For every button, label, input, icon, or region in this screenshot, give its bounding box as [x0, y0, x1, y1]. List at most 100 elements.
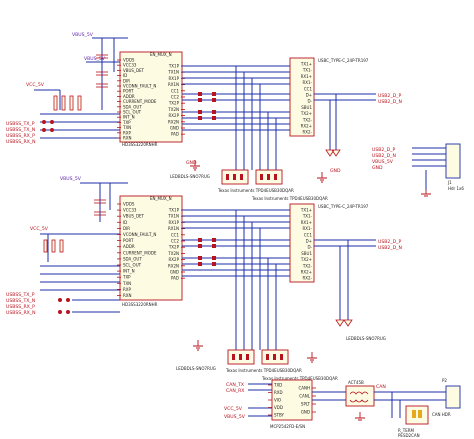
top-resistor-array	[53, 95, 82, 111]
bot-mux-right-pin-2: RX1P	[169, 220, 180, 225]
bot-net-rx-n: USBSS_RX_N	[6, 310, 36, 316]
bot-conn-pin-1: TX1-	[302, 214, 313, 219]
top-mux-right-pin-6: TX2P	[168, 101, 180, 106]
bot-mux-left-pin-14: RXP	[123, 287, 132, 292]
top-conn-pin-6: D-	[307, 99, 312, 104]
bot-mux-left-pin-6: PORT	[123, 238, 134, 243]
bot-mux-left-pin-9: SDA_OUT	[123, 256, 142, 261]
top-mux-right-pin-10: GND	[170, 126, 179, 131]
hdr-name: J1	[447, 180, 452, 185]
can-out-name: P2	[442, 378, 447, 383]
bottom-section: VBUS_5V VCC_5V USBSS_TX_P USBSS_TX_N USB…	[6, 176, 402, 381]
bot-mux-right-pin-0: TX1P	[168, 208, 180, 213]
can-choke-label: ACT45B	[348, 380, 364, 385]
bot-net-d-p: USB2_D_P	[378, 239, 401, 245]
bot-vbus-label: VBUS_5V	[60, 176, 82, 182]
can-transceiver-chip: TXD RXD VIO VDD STBY CANH CANL SPLT GND MCP2542…	[268, 379, 316, 429]
top-vbus-label: VBUS_5V	[72, 32, 94, 38]
hdr-net-gnd: GND	[372, 165, 383, 171]
bot-conn-pin-10: RX2+	[301, 270, 312, 275]
top-esd-1-part: Texas Instruments TPD4EUSB30DQAR	[217, 188, 294, 193]
can-chip-right-pin-2: SPLT	[301, 402, 311, 407]
bot-net-tx-n: USBSS_TX_N	[6, 298, 35, 304]
can-chip-left-pin-4: STBY	[274, 413, 285, 418]
bot-mux-left-pin-7: ADDR	[123, 244, 135, 249]
can-net-tx: CAN_TX	[226, 382, 244, 388]
bot-mux-right-pin-8: RX2P	[169, 257, 180, 262]
bot-conn-name: USBC_TYPE-C_24P-TR197	[318, 204, 369, 209]
hdr-net-dp: USB2_D_P	[372, 147, 395, 153]
top-net-d-n: USB2_D_N	[378, 99, 402, 105]
top-conn-pin-4: CC1	[304, 86, 313, 91]
bot-mux-left-pin-2: VBUS_DET	[123, 214, 145, 219]
top-mux-right-pin-0: TX1P	[168, 64, 180, 69]
bot-conn-pin-9: TX2-	[302, 263, 313, 268]
can-chip-right-pin-3: GND	[301, 410, 310, 415]
top-conn-pin-2: RX1+	[301, 74, 312, 79]
top-conn-pin-7: SBU1	[301, 105, 312, 110]
top-conn-pin-3: RX1-	[302, 80, 312, 85]
bot-signal-bus	[182, 209, 290, 350]
top-mux-chip: EN_MUX_N HD3SS3220RNHR VDDSVCC33VBUS_DET…	[117, 51, 185, 147]
bot-mux-right-pin-11: PAD	[171, 276, 179, 281]
bot-conn-pin-6: D-	[307, 245, 312, 250]
top-conn-pin-11: RX2-	[302, 130, 312, 135]
bot-net-vcc5v: VCC_5V	[30, 226, 49, 232]
can-output-header: P2 CAN HDR	[432, 378, 461, 417]
bot-mux-right-pin-7: TX2N	[167, 251, 179, 256]
top-mux-right-pin-9: RX2N	[168, 119, 179, 124]
top-conn-pin-9: TX2-	[302, 117, 313, 122]
bot-conn-pin-3: RX1-	[302, 226, 312, 231]
top-net-d-p: USB2_D_P	[378, 93, 401, 99]
top-mux-right-pin-11: PAD	[171, 132, 179, 137]
bot-ac-caps	[198, 238, 216, 266]
top-mux-left-pin-15: RXN	[123, 136, 132, 141]
top-conn-pin-5: D+	[306, 93, 312, 98]
top-ac-caps	[198, 92, 216, 120]
bot-mux-left-pin-15: RXN	[123, 293, 132, 298]
top-net-rx-p: USBSS_RX_P	[6, 133, 35, 139]
bot-net-d-n: USB2_D_N	[378, 245, 402, 251]
bot-mux-right-pin-4: CC1	[171, 232, 180, 237]
top-usbc-connector: USBC_TYPE-C_24P-TR197 TX1+TX1-RX1+RX1-CC…	[289, 57, 369, 137]
bot-usbc-connector: USBC_TYPE-C_24P-TR197 TX1+TX1-RX1+RX1-CC…	[289, 203, 369, 283]
can-common-mode-choke: ACT45B	[345, 380, 375, 407]
bot-net-tx-p: USBSS_TX_P	[6, 292, 35, 298]
bot-conn-pin-4: CC1	[304, 232, 313, 237]
top-vbus-label-2: VBUS_5V	[84, 56, 106, 62]
can-net-vcc: VCC_5V	[224, 406, 243, 412]
top-conn-pin-0: TX1+	[300, 62, 312, 67]
top-esd-array-2: Texas Instruments TPD4EUSB30DQAR	[251, 169, 328, 201]
can-section: CAN_TX CAN_RX VCC_5V VBUS_5V TXD RXD VIO VD…	[224, 378, 461, 438]
top-conn-pin-1: TX1-	[302, 68, 313, 73]
top-net-tx-n: USBSS_TX_N	[6, 127, 35, 133]
can-chip-part: MCP2542FD-E/SN	[270, 424, 305, 429]
bot-mux-right-pin-3: RX1N	[168, 226, 179, 231]
top-net-rx-n: USBSS_RX_N	[6, 139, 36, 145]
bot-mux-right-pin-1: TX1N	[167, 214, 179, 219]
hdr-sub: Hdr 1x6	[448, 186, 464, 191]
bot-esd-led: LEDBDLS-SNO7RUG	[176, 366, 216, 371]
can-out-sub: CAN HDR	[432, 412, 451, 417]
bot-mux-left-pin-4: DIR	[123, 226, 130, 231]
bot-mux-right-pin-6: TX2P	[168, 245, 180, 250]
bot-mux-left-pin-3: ID	[123, 220, 127, 225]
can-net-label: CAN	[376, 384, 386, 390]
can-termination: R_TERM PESD2CAN	[398, 405, 429, 438]
bot-net-rx-p: USBSS_RX_P	[6, 304, 35, 310]
can-chip-right-pin-0: CANH	[298, 386, 310, 391]
right-header-block: USB2_D_P USB2_D_N VBUS_5V GND J1 Hdr 1x6	[372, 143, 464, 197]
bot-mux-right-pin-10: GND	[170, 270, 179, 275]
top-mux-right-pin-3: RX1N	[168, 82, 179, 87]
top-mux-right-pin-8: RX2P	[169, 113, 180, 118]
can-chip-left-pin-1: RXD	[274, 390, 283, 395]
bot-mux-part: HD3SS3220RNHR	[122, 302, 158, 307]
top-gnd-label-2: GND	[330, 168, 341, 174]
top-mux-name: EN_MUX_N	[150, 52, 172, 57]
bot-conn-pin-2: RX1+	[301, 220, 312, 225]
can-net-rx: CAN_RX	[226, 388, 244, 394]
bot-mux-left-pin-0: VDDS	[123, 202, 135, 207]
top-conn-pin-8: TX2+	[300, 111, 312, 116]
bot-conn-pin-8: TX2+	[300, 257, 312, 262]
bot-mux-left-pin-1: VCC33	[123, 208, 137, 213]
